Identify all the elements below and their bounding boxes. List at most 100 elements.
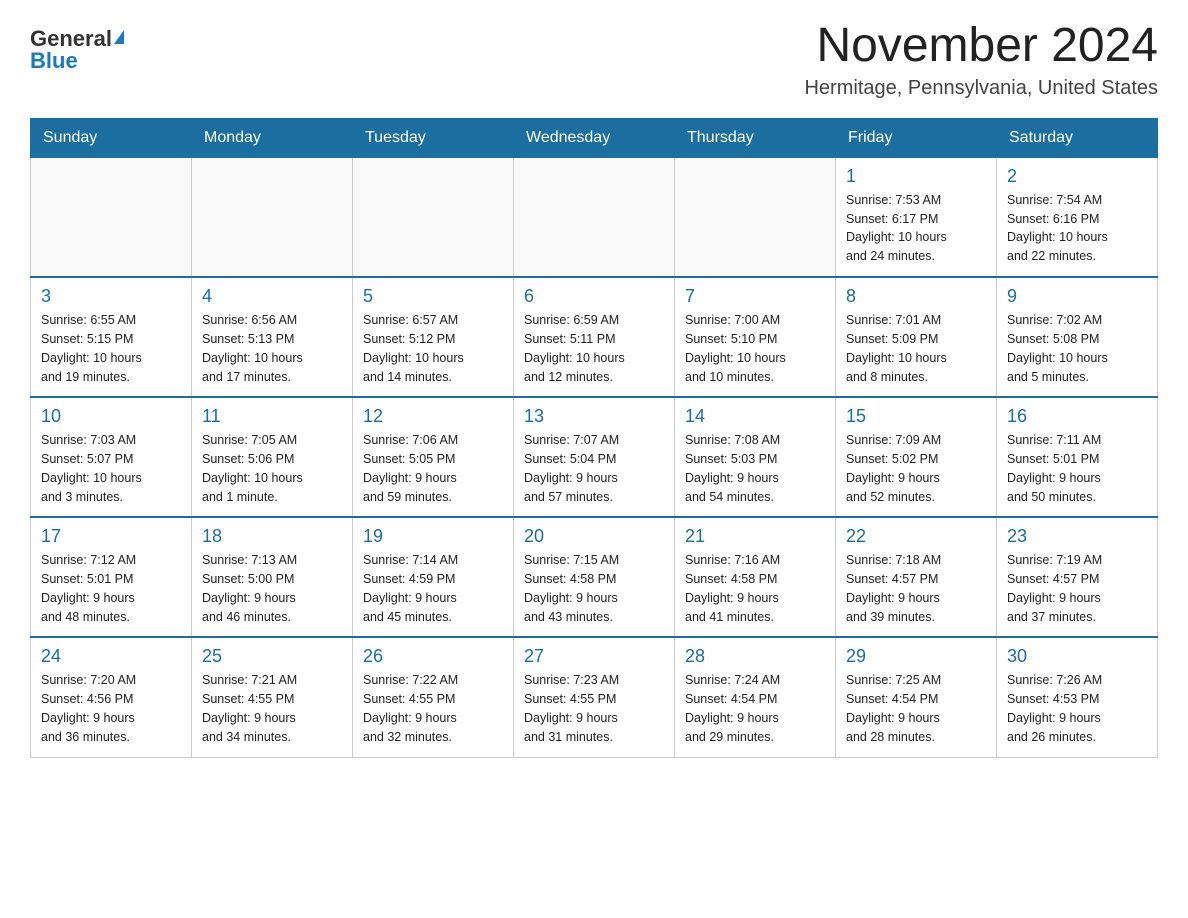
day-info: Sunrise: 7:08 AM Sunset: 5:03 PM Dayligh… [685,431,825,506]
day-number: 20 [524,526,664,547]
table-row: 23Sunrise: 7:19 AM Sunset: 4:57 PM Dayli… [997,517,1158,637]
day-number: 7 [685,286,825,307]
day-number: 11 [202,406,342,427]
table-row: 30 Sunrise: 7:26 AM Sunset: 4:53 PM Dayli… [997,637,1158,757]
header-saturday: Saturday [997,118,1158,157]
table-row: 6Sunrise: 6:59 AM Sunset: 5:11 PM Daylig… [514,277,675,397]
title-block: November 2024 Hermitage, Pennsylvania, U… [804,20,1158,100]
header-sunday: Sunday [31,118,192,157]
day-info: Sunrise: 7:24 AM Sunset: 4:54 PM Dayligh… [685,671,825,746]
page-header: General Blue November 2024 Hermitage, Pe… [30,20,1158,100]
calendar-table: Sunday Monday Tuesday Wednesday Thursday… [30,118,1158,758]
day-info: Sunrise: 7:23 AM Sunset: 4:55 PM Dayligh… [524,671,664,746]
day-info: Sunrise: 6:57 AM Sunset: 5:12 PM Dayligh… [363,311,503,386]
table-row: 22 Sunrise: 7:18 AM Sunset: 4:57 PM Dayli… [836,517,997,637]
day-number: 9 [1007,286,1147,307]
day-number: 8 [846,286,986,307]
header-friday: Friday [836,118,997,157]
day-info: Sunrise: 6:55 AM Sunset: 5:15 PM Dayligh… [41,311,181,386]
calendar-subtitle: Hermitage, Pennsylvania, United States [804,77,1158,100]
table-row: 8 Sunrise: 7:01 AM Sunset: 5:09 PM Daylig… [836,277,997,397]
day-number: 19 [363,526,503,547]
table-row: 20 Sunrise: 7:15 AM Sunset: 4:58 PM Dayli… [514,517,675,637]
day-info: Sunrise: 7:14 AM Sunset: 4:59 PM Dayligh… [363,551,503,626]
day-number: 30 [1007,646,1147,667]
day-number: 16 [1007,406,1147,427]
logo-blue-text: Blue [30,50,78,72]
table-row: 19 Sunrise: 7:14 AM Sunset: 4:59 PM Dayli… [353,517,514,637]
day-info: Sunrise: 7:25 AM Sunset: 4:54 PM Dayligh… [846,671,986,746]
table-row: 18 Sunrise: 7:13 AM Sunset: 5:00 PM Dayli… [192,517,353,637]
calendar-week-row: 17 Sunrise: 7:12 AM Sunset: 5:01 PM Dayli… [31,517,1158,637]
table-row [31,157,192,277]
day-info: Sunrise: 7:18 AM Sunset: 4:57 PM Dayligh… [846,551,986,626]
table-row: 28Sunrise: 7:24 AM Sunset: 4:54 PM Dayli… [675,637,836,757]
table-row: 21 Sunrise: 7:16 AM Sunset: 4:58 PM Dayli… [675,517,836,637]
day-info: Sunrise: 7:16 AM Sunset: 4:58 PM Dayligh… [685,551,825,626]
day-info: Sunrise: 7:09 AM Sunset: 5:02 PM Dayligh… [846,431,986,506]
day-info: Sunrise: 7:21 AM Sunset: 4:55 PM Dayligh… [202,671,342,746]
header-monday: Monday [192,118,353,157]
calendar-week-row: 1Sunrise: 7:53 AM Sunset: 6:17 PM Daylig… [31,157,1158,277]
day-info: Sunrise: 7:22 AM Sunset: 4:55 PM Dayligh… [363,671,503,746]
table-row: 26 Sunrise: 7:22 AM Sunset: 4:55 PM Dayli… [353,637,514,757]
day-number: 17 [41,526,181,547]
logo: General Blue [30,20,124,72]
day-number: 14 [685,406,825,427]
day-number: 27 [524,646,664,667]
day-number: 12 [363,406,503,427]
day-number: 13 [524,406,664,427]
table-row [353,157,514,277]
table-row: 10Sunrise: 7:03 AM Sunset: 5:07 PM Dayli… [31,397,192,517]
table-row: 9Sunrise: 7:02 AM Sunset: 5:08 PM Daylig… [997,277,1158,397]
day-info: Sunrise: 7:12 AM Sunset: 5:01 PM Dayligh… [41,551,181,626]
day-info: Sunrise: 7:15 AM Sunset: 4:58 PM Dayligh… [524,551,664,626]
day-number: 4 [202,286,342,307]
table-row: 2Sunrise: 7:54 AM Sunset: 6:16 PM Daylig… [997,157,1158,277]
day-info: Sunrise: 7:13 AM Sunset: 5:00 PM Dayligh… [202,551,342,626]
calendar-week-row: 24 Sunrise: 7:20 AM Sunset: 4:56 PM Dayli… [31,637,1158,757]
day-info: Sunrise: 7:01 AM Sunset: 5:09 PM Dayligh… [846,311,986,386]
day-number: 5 [363,286,503,307]
day-number: 21 [685,526,825,547]
table-row: 13Sunrise: 7:07 AM Sunset: 5:04 PM Dayli… [514,397,675,517]
table-row: 7 Sunrise: 7:00 AM Sunset: 5:10 PM Daylig… [675,277,836,397]
day-number: 22 [846,526,986,547]
day-number: 25 [202,646,342,667]
table-row: 5 Sunrise: 6:57 AM Sunset: 5:12 PM Daylig… [353,277,514,397]
day-info: Sunrise: 7:00 AM Sunset: 5:10 PM Dayligh… [685,311,825,386]
calendar-week-row: 3Sunrise: 6:55 AM Sunset: 5:15 PM Daylig… [31,277,1158,397]
table-row: 14 Sunrise: 7:08 AM Sunset: 5:03 PM Dayli… [675,397,836,517]
day-number: 18 [202,526,342,547]
table-row: 25 Sunrise: 7:21 AM Sunset: 4:55 PM Dayli… [192,637,353,757]
day-number: 23 [1007,526,1147,547]
day-number: 2 [1007,166,1147,187]
table-row: 3Sunrise: 6:55 AM Sunset: 5:15 PM Daylig… [31,277,192,397]
table-row [675,157,836,277]
day-number: 26 [363,646,503,667]
table-row: 17 Sunrise: 7:12 AM Sunset: 5:01 PM Dayli… [31,517,192,637]
day-info: Sunrise: 7:06 AM Sunset: 5:05 PM Dayligh… [363,431,503,506]
day-info: Sunrise: 6:56 AM Sunset: 5:13 PM Dayligh… [202,311,342,386]
logo-general-text: General [30,28,112,50]
day-number: 6 [524,286,664,307]
table-row: 29Sunrise: 7:25 AM Sunset: 4:54 PM Dayli… [836,637,997,757]
day-info: Sunrise: 7:03 AM Sunset: 5:07 PM Dayligh… [41,431,181,506]
header-thursday: Thursday [675,118,836,157]
table-row: 27 Sunrise: 7:23 AM Sunset: 4:55 PM Dayli… [514,637,675,757]
table-row: 11 Sunrise: 7:05 AM Sunset: 5:06 PM Dayli… [192,397,353,517]
table-row: 24 Sunrise: 7:20 AM Sunset: 4:56 PM Dayli… [31,637,192,757]
table-row: 16Sunrise: 7:11 AM Sunset: 5:01 PM Dayli… [997,397,1158,517]
table-row [514,157,675,277]
table-row [192,157,353,277]
table-row: 12 Sunrise: 7:06 AM Sunset: 5:05 PM Dayli… [353,397,514,517]
table-row: 4 Sunrise: 6:56 AM Sunset: 5:13 PM Daylig… [192,277,353,397]
header-tuesday: Tuesday [353,118,514,157]
day-info: Sunrise: 7:20 AM Sunset: 4:56 PM Dayligh… [41,671,181,746]
header-wednesday: Wednesday [514,118,675,157]
day-info: Sunrise: 7:53 AM Sunset: 6:17 PM Dayligh… [846,191,986,266]
day-info: Sunrise: 7:05 AM Sunset: 5:06 PM Dayligh… [202,431,342,506]
day-info: Sunrise: 7:26 AM Sunset: 4:53 PM Dayligh… [1007,671,1147,746]
calendar-week-row: 10Sunrise: 7:03 AM Sunset: 5:07 PM Dayli… [31,397,1158,517]
day-number: 24 [41,646,181,667]
